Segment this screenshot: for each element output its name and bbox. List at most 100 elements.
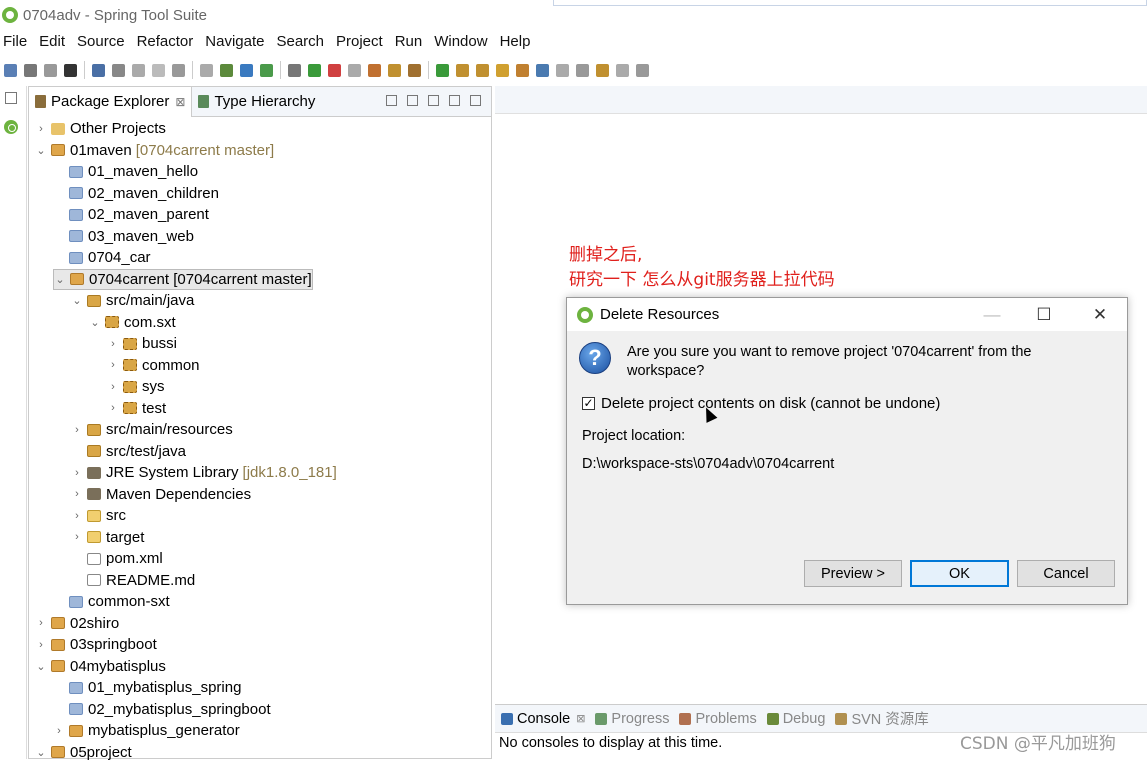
- tree-item[interactable]: ⌄ 01maven [0704carrent master]: [35, 140, 274, 161]
- toolbar-tool-icon[interactable]: [92, 63, 105, 77]
- tree-item[interactable]: 0704_car: [53, 247, 151, 268]
- tree-item[interactable]: 03_maven_web: [53, 226, 194, 247]
- menu-project[interactable]: Project: [336, 33, 383, 50]
- chevron-right-icon[interactable]: ›: [71, 424, 83, 436]
- tree-item[interactable]: pom.xml: [71, 548, 163, 569]
- checkbox-box[interactable]: ✓: [582, 397, 595, 410]
- toolbar-tool-icon[interactable]: [260, 63, 273, 77]
- tree-item[interactable]: README.md: [71, 570, 195, 591]
- toolbar-tool-icon[interactable]: [388, 63, 401, 77]
- tree-item[interactable]: › Maven Dependencies: [71, 484, 251, 505]
- maximize-icon[interactable]: [470, 95, 481, 106]
- tree-item[interactable]: › mybatisplus_generator: [53, 720, 240, 741]
- toolbar-tool-icon[interactable]: [596, 63, 609, 77]
- tree-item[interactable]: 02_maven_parent: [53, 204, 209, 225]
- collapse-all-icon[interactable]: [386, 95, 397, 106]
- tree-item[interactable]: 02_mybatisplus_springboot: [53, 699, 271, 720]
- tree-item[interactable]: › src/main/resources: [71, 419, 233, 440]
- toolbar-tool-icon[interactable]: [476, 63, 489, 77]
- tree-item[interactable]: ⌄ 04mybatisplus: [35, 656, 166, 677]
- tab-console[interactable]: Console ⊠: [501, 711, 585, 727]
- minimize-button[interactable]: —: [969, 298, 1015, 331]
- toolbar-tool-icon[interactable]: [240, 63, 253, 77]
- tab-problems[interactable]: Problems: [679, 711, 757, 727]
- tab-svn-资源库[interactable]: SVN 资源库: [835, 708, 929, 729]
- tree-item[interactable]: ⌄ 0704carrent [0704carrent master]: [53, 268, 313, 290]
- toolbar-tool-icon[interactable]: [172, 63, 185, 77]
- tree-item[interactable]: › common: [107, 355, 199, 376]
- chevron-right-icon[interactable]: ›: [35, 123, 47, 135]
- tree-item[interactable]: › target: [71, 527, 144, 548]
- toolbar-tool-icon[interactable]: [496, 63, 509, 77]
- close-icon[interactable]: ⊠: [175, 95, 185, 109]
- tree-item[interactable]: 02_maven_children: [53, 183, 219, 204]
- tab-debug[interactable]: Debug: [766, 711, 825, 727]
- chevron-right-icon[interactable]: ›: [71, 531, 83, 543]
- toolbar-tool-icon[interactable]: [220, 63, 233, 77]
- tree-item[interactable]: common-sxt: [53, 591, 170, 612]
- toolbar-tool-icon[interactable]: [288, 63, 301, 77]
- close-button[interactable]: ✕: [1077, 298, 1123, 331]
- chevron-right-icon[interactable]: ›: [71, 488, 83, 500]
- chevron-down-icon[interactable]: ⌄: [71, 294, 83, 307]
- toolbar-tool-icon[interactable]: [24, 63, 37, 77]
- chevron-right-icon[interactable]: ›: [107, 359, 119, 371]
- tree-item[interactable]: › test: [107, 398, 166, 419]
- toolbar-tool-icon[interactable]: [456, 63, 469, 77]
- chevron-right-icon[interactable]: ›: [35, 639, 47, 651]
- tab-progress[interactable]: Progress: [595, 711, 669, 727]
- view-menu-icon[interactable]: [428, 95, 439, 106]
- chevron-down-icon[interactable]: ⌄: [35, 746, 47, 759]
- chevron-right-icon[interactable]: ›: [107, 381, 119, 393]
- tab-package-explorer[interactable]: Package Explorer ⊠: [29, 86, 193, 117]
- minimize-icon[interactable]: [449, 95, 460, 106]
- tree-item[interactable]: › 03springboot: [35, 634, 157, 655]
- chevron-right-icon[interactable]: ›: [107, 338, 119, 350]
- chevron-right-icon[interactable]: ›: [35, 617, 47, 629]
- toolbar-tool-icon[interactable]: [556, 63, 569, 77]
- tab-type-hierarchy[interactable]: Type Hierarchy: [192, 87, 321, 117]
- delete-contents-checkbox[interactable]: ✓ Delete project contents on disk (canno…: [582, 395, 940, 412]
- toolbar-tool-icon[interactable]: [348, 63, 361, 77]
- tree-item[interactable]: › Other Projects: [35, 118, 166, 139]
- chevron-right-icon[interactable]: ›: [107, 402, 119, 414]
- menu-navigate[interactable]: Navigate: [205, 33, 264, 50]
- toolbar-tool-icon[interactable]: [636, 63, 649, 77]
- preview-button[interactable]: Preview >: [804, 560, 902, 587]
- toolbar-tool-icon[interactable]: [308, 63, 321, 77]
- tree-item[interactable]: ⌄ src/main/java: [71, 290, 194, 311]
- tree-item[interactable]: › bussi: [107, 333, 177, 354]
- tree-item[interactable]: › sys: [107, 376, 164, 397]
- toolbar-tool-icon[interactable]: [152, 63, 165, 77]
- chevron-down-icon[interactable]: ⌄: [89, 316, 101, 329]
- restore-icon[interactable]: [5, 92, 17, 104]
- menu-file[interactable]: File: [3, 33, 27, 50]
- tree-item[interactable]: src/test/java: [71, 441, 186, 462]
- chevron-right-icon[interactable]: ›: [71, 467, 83, 479]
- toolbar-tool-icon[interactable]: [536, 63, 549, 77]
- toolbar-tool-icon[interactable]: [200, 63, 213, 77]
- toolbar-tool-icon[interactable]: [4, 63, 17, 77]
- tree-item[interactable]: 01_maven_hello: [53, 161, 198, 182]
- menu-run[interactable]: Run: [395, 33, 423, 50]
- chevron-right-icon[interactable]: ›: [71, 510, 83, 522]
- toolbar-tool-icon[interactable]: [112, 63, 125, 77]
- chevron-right-icon[interactable]: ›: [53, 725, 65, 737]
- toolbar-tool-icon[interactable]: [368, 63, 381, 77]
- chevron-down-icon[interactable]: ⌄: [54, 273, 66, 286]
- maximize-button[interactable]: ☐: [1021, 298, 1067, 331]
- menu-window[interactable]: Window: [434, 33, 487, 50]
- toolbar-tool-icon[interactable]: [328, 63, 341, 77]
- tree-item[interactable]: ⌄ com.sxt: [89, 312, 175, 333]
- tree-item[interactable]: 01_mybatisplus_spring: [53, 677, 241, 698]
- toolbar-tool-icon[interactable]: [616, 63, 629, 77]
- toolbar-tool-icon[interactable]: [516, 63, 529, 77]
- close-icon[interactable]: ⊠: [576, 712, 585, 725]
- menu-refactor[interactable]: Refactor: [137, 33, 194, 50]
- toolbar-tool-icon[interactable]: [436, 63, 449, 77]
- toolbar-tool-icon[interactable]: [64, 63, 77, 77]
- ok-button[interactable]: OK: [910, 560, 1009, 587]
- menu-edit[interactable]: Edit: [39, 33, 65, 50]
- tree-item[interactable]: ⌄ 05project: [35, 742, 131, 763]
- tree-item[interactable]: › 02shiro: [35, 613, 119, 634]
